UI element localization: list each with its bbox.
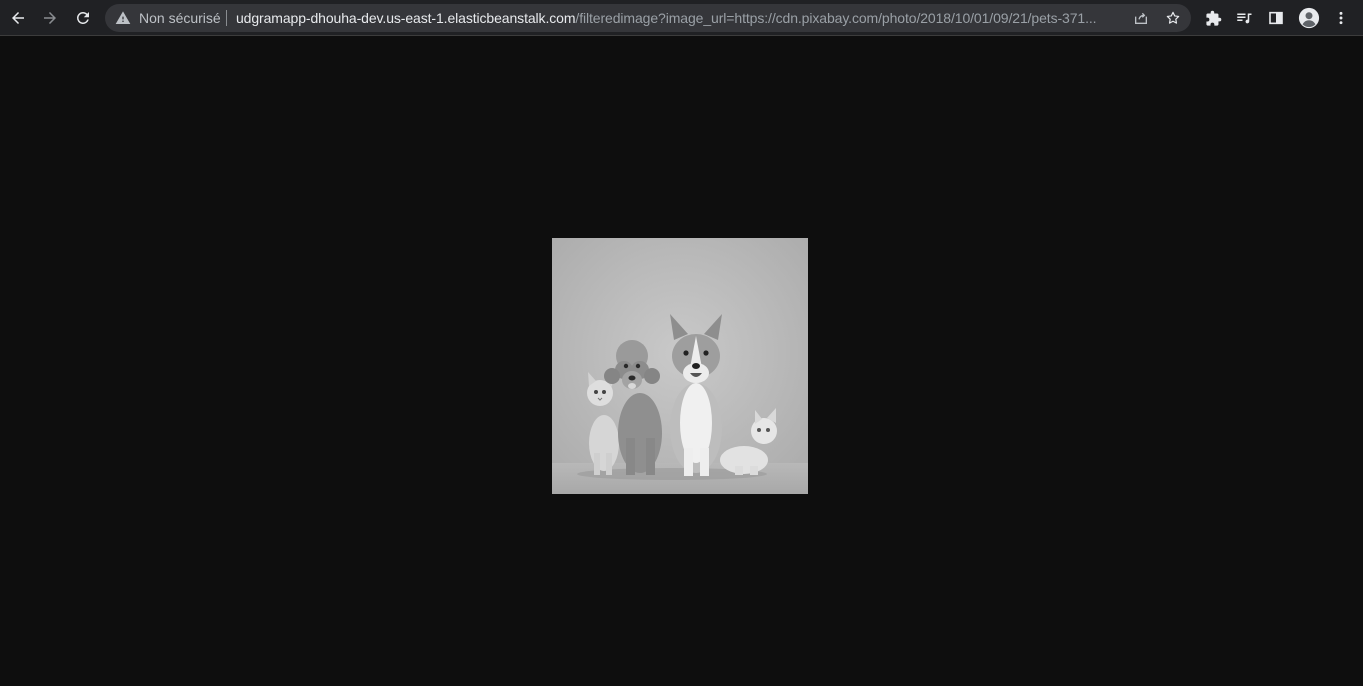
profile-button[interactable] <box>1295 4 1323 32</box>
more-menu-icon <box>1339 11 1343 25</box>
profile-avatar-icon <box>1298 7 1320 29</box>
reload-button[interactable] <box>69 4 97 32</box>
security-status-label[interactable]: Non sécurisé <box>139 4 221 32</box>
address-bar-divider <box>226 10 227 26</box>
media-queue-icon <box>1237 13 1252 24</box>
share-icon[interactable] <box>1133 10 1149 26</box>
url-host: udgramapp-dhouha-dev.us-east-1.elasticbe… <box>236 10 576 26</box>
filtered-pets-image[interactable] <box>552 238 808 494</box>
extensions-button[interactable] <box>1199 4 1227 32</box>
browser-toolbar: Non sécurisé udgramapp-dhouha-dev.us-eas… <box>0 0 1363 36</box>
side-panel-icon <box>1269 11 1283 25</box>
url-text[interactable]: udgramapp-dhouha-dev.us-east-1.elasticbe… <box>236 4 1124 32</box>
more-menu-button[interactable] <box>1327 4 1355 32</box>
page-content <box>0 36 1363 686</box>
back-arrow-icon <box>12 12 24 24</box>
media-queue-button[interactable] <box>1230 4 1258 32</box>
extensions-puzzle-icon <box>1205 10 1221 26</box>
forward-arrow-icon <box>44 12 56 24</box>
reload-icon <box>76 11 89 24</box>
pets-photo-drawing <box>552 238 808 494</box>
address-bar[interactable]: Non sécurisé udgramapp-dhouha-dev.us-eas… <box>105 4 1191 32</box>
warning-icon[interactable] <box>115 10 131 26</box>
star-icon[interactable] <box>1165 10 1181 26</box>
side-panel-button[interactable] <box>1262 4 1290 32</box>
back-button[interactable] <box>4 4 32 32</box>
forward-button[interactable] <box>36 4 64 32</box>
url-path: /filteredimage?image_url=https://cdn.pix… <box>575 10 1097 26</box>
